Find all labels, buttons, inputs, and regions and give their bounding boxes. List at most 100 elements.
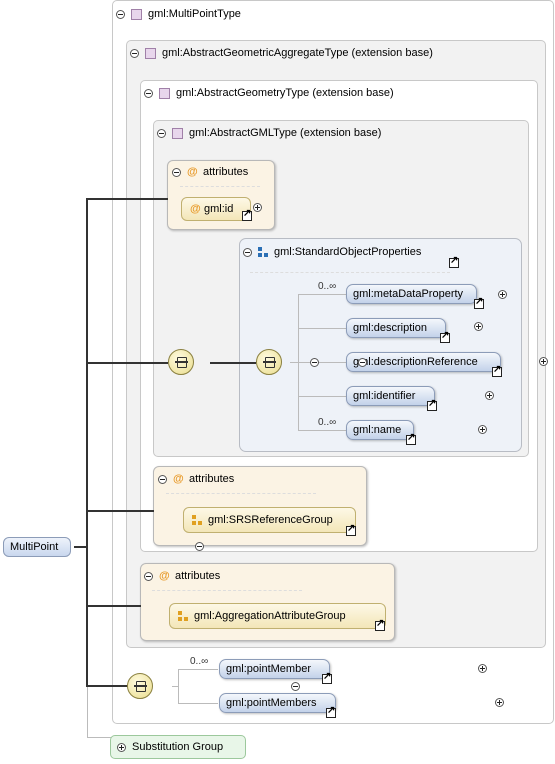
connector [178,703,218,704]
complex-type-icon [145,47,156,59]
attribute-icon: @ [187,166,198,178]
group-icon [258,247,268,257]
link-icon[interactable] [326,705,336,718]
connector [86,685,128,687]
element-label: gml:metaDataProperty [353,288,464,300]
connector [87,737,111,738]
attribute-icon: @ [173,473,184,485]
link-icon[interactable] [375,618,385,631]
connector [178,669,179,704]
aggregation-attributes-header[interactable]: @ attributes [144,570,220,582]
divider [250,272,450,273]
multipoint-root-element[interactable]: MultiPoint [3,537,71,557]
cardinality: 0..∞ [318,281,337,292]
link-icon[interactable] [406,432,416,445]
collapse-icon[interactable] [290,682,300,691]
element-identifier[interactable]: gml:identifier [346,386,435,406]
link-icon[interactable] [346,523,356,536]
element-metadataproperty[interactable]: gml:metaDataProperty [346,284,477,304]
element-pointmember[interactable]: gml:pointMember [219,659,330,679]
gml-type-header[interactable]: gml:AbstractGMLType (extension base) [157,127,381,139]
connector [86,198,168,200]
attribute-icon: @ [159,570,170,582]
element-label: gml:pointMember [226,663,311,675]
srs-attributes-header[interactable]: @ attributes [158,473,234,485]
collapse-icon[interactable] [172,167,181,177]
connector [298,430,346,431]
link-icon[interactable] [474,296,484,309]
expand-icon[interactable] [253,203,262,212]
multipoint-type-label: gml:MultiPointType [148,8,241,20]
id-attributes-header[interactable]: @ attributes [172,166,248,178]
aggregation-group-label: gml:AggregationAttributeGroup [194,610,346,622]
attribute-group-icon [192,515,202,525]
attributes-label: attributes [175,570,221,582]
aggregate-type-header[interactable]: gml:AbstractGeometricAggregateType (exte… [130,47,433,59]
link-icon[interactable] [492,364,502,377]
attributes-label: attributes [189,473,235,485]
element-description[interactable]: gml:description [346,318,446,338]
aggregate-type-label: gml:AbstractGeometricAggregateType (exte… [162,47,433,59]
link-icon[interactable] [449,255,459,268]
connector [86,198,88,686]
aggregation-attribute-group[interactable]: gml:AggregationAttributeGroup [169,603,386,629]
connector [86,605,141,607]
element-label: gml:description [353,322,427,334]
collapse-icon[interactable] [158,474,167,484]
srs-group-label: gml:SRSReferenceGroup [208,514,333,526]
expand-icon[interactable] [494,698,504,707]
element-label: gml:pointMembers [226,697,317,709]
attribute-icon: @ [190,203,201,215]
srs-reference-group[interactable]: gml:SRSReferenceGroup [183,507,356,533]
geometry-type-header[interactable]: gml:AbstractGeometryType (extension base… [144,87,394,99]
substitution-group[interactable]: Substitution Group [110,735,246,759]
gml-id-attribute[interactable]: @ gml:id [181,197,251,221]
collapse-icon[interactable] [144,88,153,98]
link-icon[interactable] [440,330,450,343]
collapse-icon[interactable] [309,358,319,367]
element-label: gml:identifier [353,390,416,402]
divider [166,493,316,494]
connector [86,362,168,364]
complex-type-icon [172,127,183,139]
expand-icon[interactable] [498,290,508,299]
cardinality: 0..∞ [190,656,209,667]
link-icon[interactable] [322,671,332,684]
substitution-group-label: Substitution Group [132,741,224,753]
gml-id-label: gml:id [204,203,234,215]
complex-type-icon [159,87,170,99]
connector [298,328,346,329]
collapse-icon[interactable] [130,48,139,58]
connector [298,294,346,295]
sequence-compositor-icon[interactable] [256,349,282,375]
collapse-icon[interactable] [243,247,252,257]
complex-type-icon [131,8,142,20]
divider [180,186,260,187]
connector [178,669,218,670]
collapse-icon[interactable] [116,9,125,19]
connector [210,362,256,364]
collapse-icon[interactable] [144,571,153,581]
connector [74,546,88,548]
attributes-label: attributes [203,166,249,178]
element-name[interactable]: gml:name [346,420,414,440]
element-label: gml:descriptionReference [353,356,478,368]
cardinality: 0..∞ [318,417,337,428]
link-icon[interactable] [242,208,252,221]
sop-header[interactable]: gml:StandardObjectProperties [243,246,421,258]
element-label: gml:name [353,424,402,436]
divider [152,590,302,591]
expand-icon[interactable] [117,742,126,752]
sequence-compositor-icon[interactable] [127,673,153,699]
expand-icon[interactable] [477,664,487,673]
element-descriptionreference[interactable]: gml:descriptionReference [346,352,501,372]
attribute-group-icon [178,611,188,621]
multipoint-type-header[interactable]: gml:MultiPointType [116,8,241,20]
connector [86,510,154,512]
sequence-compositor-icon[interactable] [168,349,194,375]
element-pointmembers[interactable]: gml:pointMembers [219,693,336,713]
collapse-icon[interactable] [157,128,166,138]
collapse-icon[interactable] [194,542,204,551]
root-label: MultiPoint [10,541,59,553]
link-icon[interactable] [427,398,437,411]
